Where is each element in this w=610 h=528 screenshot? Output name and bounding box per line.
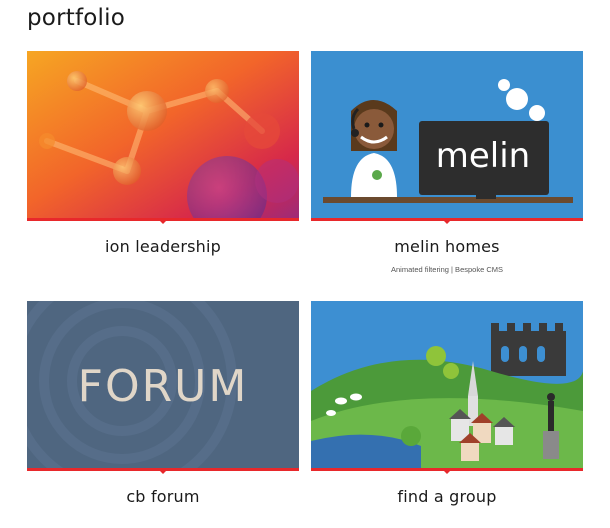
card-pointer	[441, 468, 453, 474]
portfolio-card-melin-homes[interactable]: melin melin homes Animated filtering | B…	[311, 51, 583, 274]
cb-forum-thumbnail[interactable]: FORUM	[27, 301, 299, 471]
ion-leadership-thumbnail[interactable]	[27, 51, 299, 221]
portfolio-card-find-a-group[interactable]: find a group	[311, 301, 583, 506]
card-pointer	[157, 468, 169, 474]
find-a-group-thumbnail[interactable]	[311, 301, 583, 471]
melin-homes-thumbnail[interactable]: melin	[311, 51, 583, 221]
project-subtitle: Animated filtering | Bespoke CMS	[391, 265, 503, 274]
card-pointer	[441, 218, 453, 224]
call-centre-illustration: melin	[311, 51, 583, 218]
page-title: portfolio	[27, 5, 125, 31]
project-title[interactable]: melin homes	[311, 237, 583, 256]
melin-logo-text: melin	[436, 136, 530, 176]
project-title[interactable]: ion leadership	[27, 237, 299, 256]
molecule-graphic	[27, 51, 299, 218]
portfolio-card-cb-forum[interactable]: FORUM cb forum	[27, 301, 299, 506]
project-title[interactable]: find a group	[311, 487, 583, 506]
project-title[interactable]: cb forum	[27, 487, 299, 506]
card-pointer	[157, 218, 169, 224]
forum-logo-text: FORUM	[78, 361, 249, 412]
forum-logo-graphic: FORUM	[27, 301, 299, 468]
village-landscape-illustration	[311, 301, 583, 468]
portfolio-card-ion-leadership[interactable]: ion leadership	[27, 51, 299, 256]
